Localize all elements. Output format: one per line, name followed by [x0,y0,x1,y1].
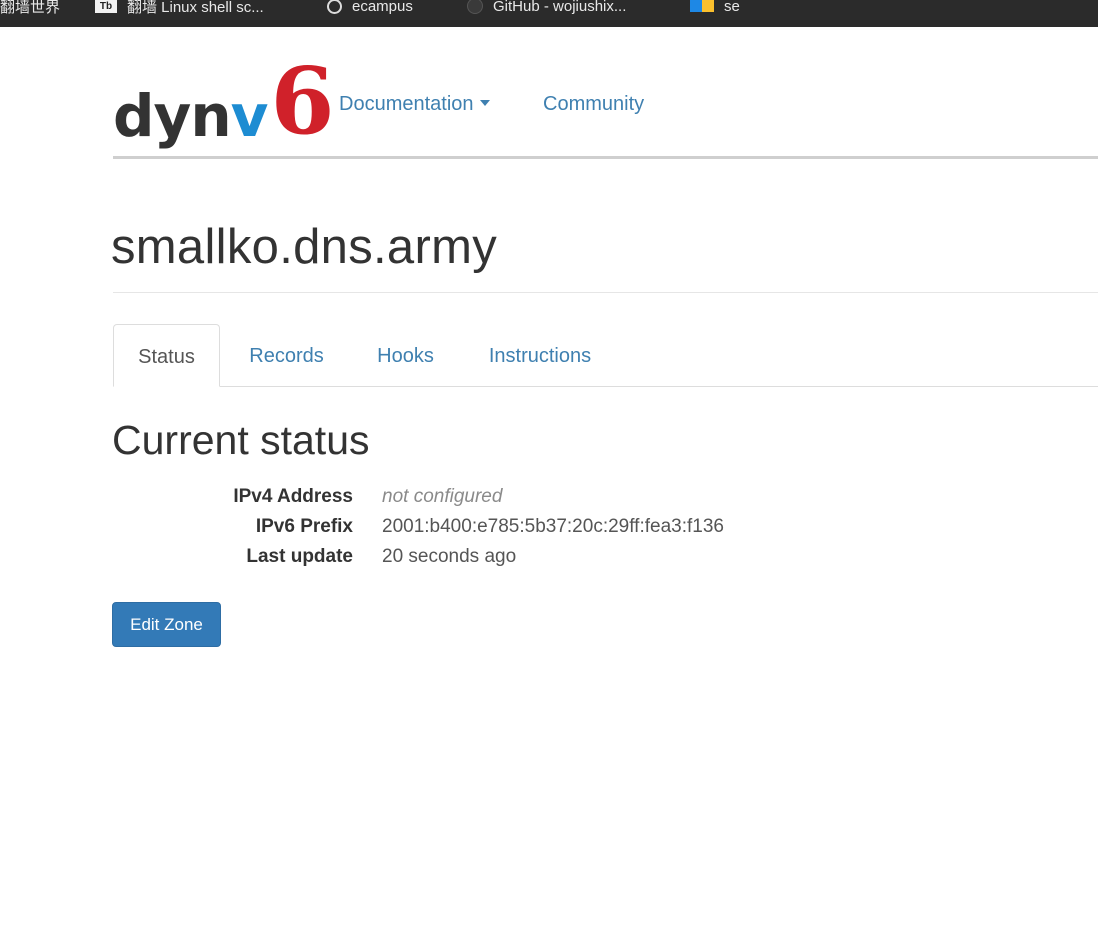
bookmark-label: 翻墙世界 [0,0,61,16]
title-divider [113,292,1098,293]
status-row-ipv6: IPv6 Prefix 2001:b400:e785:5b37:20c:29ff… [112,516,812,542]
status-label: IPv6 Prefix [255,516,353,537]
microsoft-icon [690,0,714,12]
nav-community-label: Community [543,93,645,115]
bookmark-label: se [724,0,740,15]
caret-down-icon [479,99,490,106]
globe-icon [327,0,342,14]
tab-instructions[interactable]: Instructions [458,324,622,386]
tab-status[interactable]: Status [113,324,220,387]
status-label: IPv4 Address [233,486,353,507]
bookmark-label: 翻墙 Linux shell sc... [127,0,264,16]
tab-label: Instructions [488,345,592,367]
bookmark-label: ecampus [352,0,413,15]
tab-records[interactable]: Records [220,324,353,386]
bookmark-item[interactable]: ecampus [327,0,413,18]
navbar-divider [113,156,1098,159]
github-icon [467,0,483,14]
status-row-last-update: Last update 20 seconds ago [112,546,812,572]
tab-hooks[interactable]: Hooks [353,324,458,386]
nav-documentation-label: Documentation [339,93,474,115]
bookmark-item[interactable]: se [690,0,740,18]
tab-label: Records [249,345,324,367]
nav-community-link[interactable]: Community [543,93,644,116]
section-heading: Current status [112,417,370,463]
bookmark-item[interactable]: GitHub - wojiushix... [467,0,626,18]
status-label: Last update [246,546,353,567]
tab-label: Status [138,346,195,368]
edit-zone-button[interactable]: Edit Zone [112,602,221,647]
status-row-ipv4: IPv4 Address not configured [112,486,812,512]
nav-documentation-dropdown[interactable]: Documentation [339,93,490,116]
page: dyn v 6 Documentation Community smallko.dn… [0,27,1098,938]
bookmark-label: GitHub - wojiushix... [493,0,627,15]
status-value: not configured [382,486,503,507]
page-title: smallko.dns.army [111,220,498,274]
status-value: 20 seconds ago [382,546,517,567]
status-value: 2001:b400:e785:5b37:20c:29ff:fea3:f136 [382,516,724,537]
bookmark-item[interactable]: 翻墙世界 [0,0,60,18]
dynv6-logo[interactable]: dyn v 6 [113,47,335,156]
tab-label: Hooks [377,345,434,367]
bookmarks-bar: 翻墙世界 Tb 翻墙 Linux shell sc... ecampus Git… [0,0,1098,27]
bookmark-item[interactable]: Tb 翻墙 Linux shell sc... [95,0,264,18]
logo-text-v: v [230,82,269,150]
logo-text-6: 6 [270,47,335,156]
logo-text-dyn: dyn [113,82,232,150]
document-icon: Tb [95,0,117,13]
tab-bar: Status Records Hooks Instructions [113,324,1098,387]
